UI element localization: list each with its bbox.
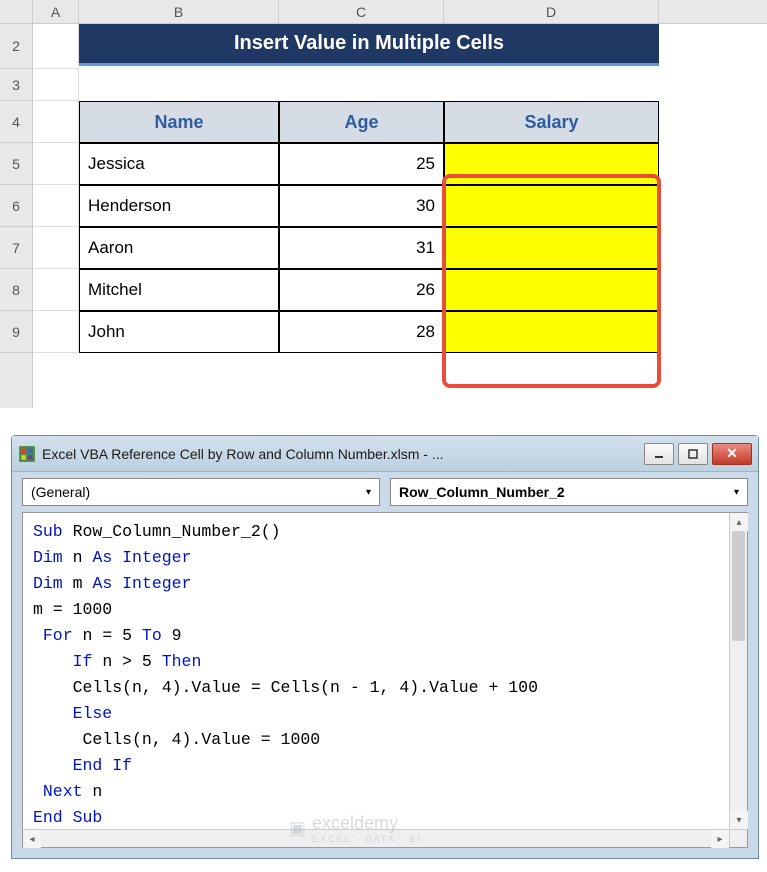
scrollbar-thumb[interactable] [732, 531, 745, 641]
row-header-5[interactable]: 5 [0, 143, 33, 185]
cell-name[interactable]: John [79, 311, 279, 353]
vba-app-icon [18, 445, 36, 463]
minimize-icon [654, 449, 664, 459]
vba-window-title: Excel VBA Reference Cell by Row and Colu… [42, 446, 640, 462]
vba-titlebar[interactable]: Excel VBA Reference Cell by Row and Colu… [12, 436, 758, 472]
row-header-3[interactable]: 3 [0, 69, 33, 101]
row-header-2[interactable]: 2 [0, 24, 33, 69]
table-row: 9 John 28 [0, 311, 767, 353]
spreadsheet-area: A B C D 2 Insert Value in Multiple Cells… [0, 0, 767, 408]
maximize-button[interactable] [678, 443, 708, 465]
row-header-4[interactable]: 4 [0, 101, 33, 143]
table-header-age[interactable]: Age [279, 101, 444, 143]
code-editor[interactable]: Sub Row_Column_Number_2() Dim n As Integ… [22, 512, 748, 848]
column-headers: A B C D [0, 0, 767, 24]
row-header-8[interactable]: 8 [0, 269, 33, 311]
procedure-dropdown[interactable]: Row_Column_Number_2 ▾ [390, 478, 748, 506]
object-dropdown-label: (General) [31, 484, 90, 500]
cell-salary[interactable] [444, 227, 659, 269]
row-header-6[interactable]: 6 [0, 185, 33, 227]
title-banner: Insert Value in Multiple Cells [79, 24, 659, 66]
row-header-7[interactable]: 7 [0, 227, 33, 269]
cell-age[interactable]: 28 [279, 311, 444, 353]
col-header-a[interactable]: A [33, 0, 79, 23]
cell-a3[interactable] [33, 69, 79, 101]
scroll-left-icon[interactable]: ◂ [23, 830, 41, 848]
cell-a4[interactable] [33, 101, 79, 143]
chevron-down-icon: ▾ [366, 487, 371, 498]
scroll-right-icon[interactable]: ▸ [711, 830, 729, 848]
cell-age[interactable]: 30 [279, 185, 444, 227]
horizontal-scrollbar[interactable]: ◂ ▸ [23, 829, 729, 847]
select-all-corner[interactable] [0, 0, 33, 23]
cell-salary[interactable] [444, 269, 659, 311]
cell-a8[interactable] [33, 269, 79, 311]
cell-a6[interactable] [33, 185, 79, 227]
cell-name[interactable]: Aaron [79, 227, 279, 269]
object-dropdown[interactable]: (General) ▾ [22, 478, 380, 506]
cell-a2[interactable] [33, 24, 79, 69]
cell-name[interactable]: Mitchel [79, 269, 279, 311]
col-header-c[interactable]: C [279, 0, 444, 23]
sheet-row: 4 Name Age Salary [0, 101, 767, 143]
table-header-salary[interactable]: Salary [444, 101, 659, 143]
table-row: 5 Jessica 25 [0, 143, 767, 185]
minimize-button[interactable] [644, 443, 674, 465]
table-row: 8 Mitchel 26 [0, 269, 767, 311]
maximize-icon [688, 449, 698, 459]
vertical-scrollbar[interactable]: ▴ ▾ [729, 513, 747, 829]
procedure-dropdown-label: Row_Column_Number_2 [399, 484, 565, 500]
code-text: Sub Row_Column_Number_2() Dim n As Integ… [23, 513, 747, 837]
table-header-name[interactable]: Name [79, 101, 279, 143]
vba-dropdown-bar: (General) ▾ Row_Column_Number_2 ▾ [12, 472, 758, 512]
cell-name[interactable]: Jessica [79, 143, 279, 185]
sheet-row: 2 Insert Value in Multiple Cells [0, 24, 767, 69]
cell-age[interactable]: 26 [279, 269, 444, 311]
cell-salary[interactable] [444, 311, 659, 353]
cell-age[interactable]: 31 [279, 227, 444, 269]
cell-salary[interactable] [444, 143, 659, 185]
scroll-down-icon[interactable]: ▾ [730, 811, 748, 829]
table-row: 6 Henderson 30 [0, 185, 767, 227]
sheet-row [0, 353, 767, 408]
sheet-row: 3 [0, 69, 767, 101]
cell-salary[interactable] [444, 185, 659, 227]
cell-a9[interactable] [33, 311, 79, 353]
cell-a5[interactable] [33, 143, 79, 185]
vba-editor-window: Excel VBA Reference Cell by Row and Colu… [11, 435, 759, 859]
close-button[interactable]: ✕ [712, 443, 752, 465]
col-header-b[interactable]: B [79, 0, 279, 23]
cell-name[interactable]: Henderson [79, 185, 279, 227]
row-header-9[interactable]: 9 [0, 311, 33, 353]
scroll-up-icon[interactable]: ▴ [730, 513, 748, 531]
chevron-down-icon: ▾ [734, 487, 739, 498]
row-header-blank[interactable] [0, 353, 33, 408]
close-icon: ✕ [726, 445, 738, 462]
scroll-corner [729, 829, 747, 847]
col-header-d[interactable]: D [444, 0, 659, 23]
table-row: 7 Aaron 31 [0, 227, 767, 269]
cell-age[interactable]: 25 [279, 143, 444, 185]
cell-a7[interactable] [33, 227, 79, 269]
